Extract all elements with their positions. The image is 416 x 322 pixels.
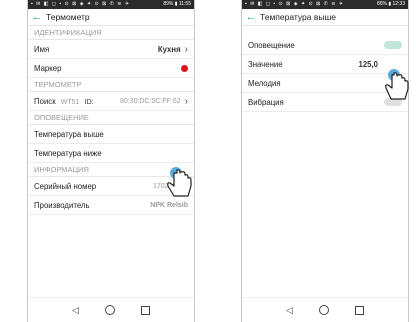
search-label: Поиск	[34, 96, 56, 106]
back-arrow-icon[interactable]: ←	[242, 9, 260, 26]
temp-low-row[interactable]: Температура ниже	[28, 144, 194, 163]
status-battery-time: 89% ▮ 11:55	[163, 1, 191, 7]
marker-row[interactable]: Маркер	[28, 59, 194, 78]
system-nav-bar: ◁	[242, 297, 408, 322]
page-title: Термометр	[46, 12, 90, 22]
section-alert: ОПОВЕЩЕНИЕ	[28, 111, 194, 125]
status-icons: ▪ ✉ ◧ ◻ ▪ ⊙ ⊠ ◈ ✦ ⊙ ⊠ ✆ ≋ ✈	[31, 1, 131, 7]
status-battery-time: 86% ▮ 12:33	[376, 1, 405, 7]
nav-recents-icon[interactable]	[140, 305, 150, 315]
chevron-right-icon: ›	[184, 95, 188, 107]
pointing-hand-icon	[385, 69, 409, 100]
nav-recents-icon[interactable]	[354, 305, 364, 315]
temp-high-label: Температура выше	[34, 129, 104, 139]
section-thermometer: ТЕРМОМЕТР	[28, 78, 194, 92]
search-id-label: ID:	[84, 98, 94, 106]
app-bar: ← Термометр	[28, 9, 194, 26]
vibration-label: Вибрация	[248, 97, 284, 107]
nav-back-icon[interactable]: ◁	[72, 305, 79, 316]
marker-label: Маркер	[34, 63, 62, 73]
maker-label: Производитель	[34, 200, 90, 210]
temp-high-row[interactable]: Температура выше	[28, 125, 194, 144]
back-arrow-icon[interactable]: ←	[28, 9, 46, 26]
nav-back-icon[interactable]: ◁	[286, 305, 293, 316]
section-identification: ИДЕНТИФИКАЦИЯ	[28, 26, 194, 40]
search-row[interactable]: Поиск WT51 ID: 80:30:DC:0C:FF:62 ›	[28, 92, 194, 111]
page-title: Температура выше	[260, 12, 337, 22]
search-label-group: Поиск WT51 ID:	[34, 97, 120, 106]
search-model: WT51	[60, 98, 80, 106]
serial-label: Серийный номер	[34, 181, 97, 191]
name-row[interactable]: Имя Кухня ›	[28, 40, 194, 59]
alert-row[interactable]: Оповещение	[242, 36, 408, 55]
value-label: Значение	[248, 59, 283, 69]
search-id-value: 80:30:DC:0C:FF:62	[119, 97, 181, 105]
alert-toggle[interactable]	[384, 41, 402, 49]
marker-color-dot	[181, 64, 188, 72]
pointing-hand-icon	[167, 167, 192, 197]
maker-value: NPK Relsib	[150, 201, 188, 209]
status-bar: ▪ ✉ ◧ ◻ ▪ ⊙ ⊠ ◈ ✦ ⊙ ⊠ ✆ ≋ ✈ 86% ▮ 12:33	[242, 0, 408, 9]
system-nav-bar: ◁	[28, 297, 194, 322]
phone-screen-thermometer: ▪ ✉ ◧ ◻ ▪ ⊙ ⊠ ◈ ✦ ⊙ ⊠ ✆ ≋ ✈ 89% ▮ 11:55 …	[27, 0, 195, 322]
phone-screen-temp-high: ▪ ✉ ◧ ◻ ▪ ⊙ ⊠ ◈ ✦ ⊙ ⊠ ✆ ≋ ✈ 86% ▮ 12:33 …	[241, 0, 409, 322]
chevron-right-icon: ›	[184, 43, 188, 55]
melody-label: Мелодия	[248, 78, 281, 88]
value-value: 125,0	[358, 59, 378, 69]
nav-home-icon[interactable]	[318, 305, 329, 315]
alert-label: Оповещение	[248, 40, 295, 50]
name-value: Кухня	[157, 44, 181, 54]
status-icons: ▪ ✉ ◧ ◻ ▪ ⊙ ⊠ ◈ ✦ ⊙ ⊠ ✆ ≋ ✈	[245, 1, 345, 7]
nav-home-icon[interactable]	[104, 305, 115, 315]
status-bar: ▪ ✉ ◧ ◻ ▪ ⊙ ⊠ ◈ ✦ ⊙ ⊠ ✆ ≋ ✈ 89% ▮ 11:55	[28, 0, 194, 9]
temp-low-label: Температура ниже	[34, 148, 102, 158]
name-label: Имя	[34, 44, 50, 54]
app-bar: ← Температура выше	[242, 9, 408, 26]
